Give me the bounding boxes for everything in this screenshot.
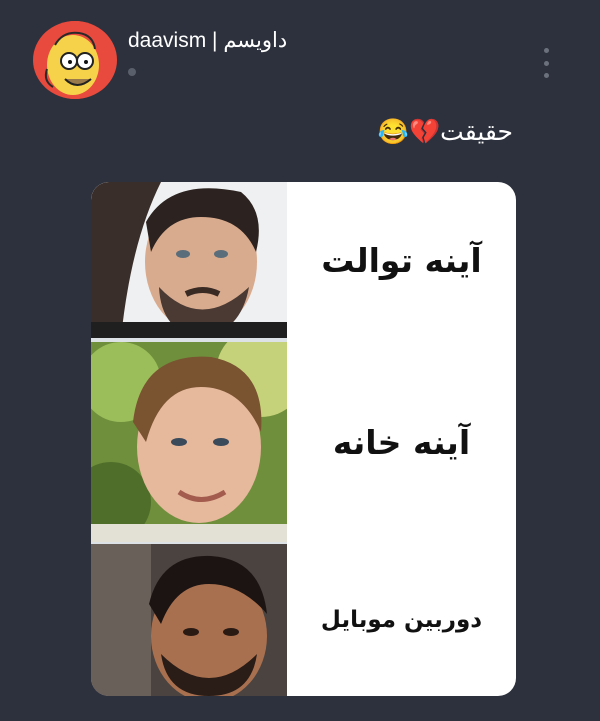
post-view: daavism | داویسم حقیقت💔😂 آینه توالت آینه… (0, 0, 600, 721)
label-toilet-mirror: آینه توالت (321, 240, 482, 280)
username[interactable]: daavism | داویسم (128, 28, 287, 53)
meme-row-toilet-mirror: آینه توالت (91, 182, 516, 338)
photo-man-3 (91, 544, 287, 696)
more-vertical-icon[interactable] (540, 48, 552, 78)
avatar[interactable] (33, 21, 117, 99)
label-phone-camera: دوربین موبایل (320, 607, 483, 633)
menu-dot (543, 73, 549, 78)
status-dot (128, 68, 136, 76)
homer-simpson-avatar-icon (36, 21, 114, 99)
menu-dot (543, 60, 549, 66)
meme-row-home-mirror: آینه خانه (91, 342, 516, 542)
meme-row-phone-camera: دوربین موبایل (91, 544, 516, 696)
label-home-mirror: آینه خانه (332, 422, 471, 462)
meme-image[interactable]: آینه توالت آینه خانه دوربین موبایل (91, 182, 516, 696)
post-caption: حقیقت💔😂 (377, 118, 513, 146)
menu-dot (543, 48, 549, 53)
photo-man-1 (91, 182, 287, 338)
photo-man-2 (91, 342, 287, 542)
